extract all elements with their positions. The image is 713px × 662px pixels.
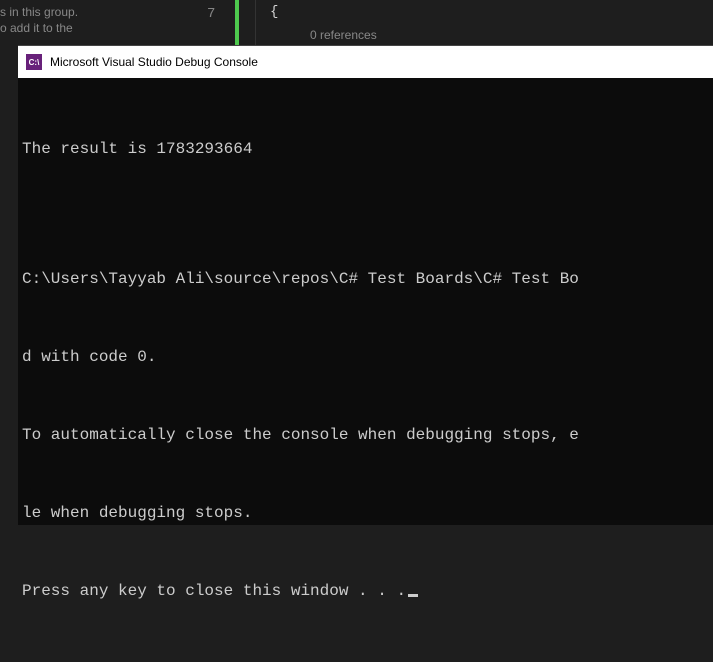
visual-studio-icon: C:\: [26, 54, 42, 70]
console-titlebar[interactable]: C:\ Microsoft Visual Studio Debug Consol…: [18, 46, 713, 78]
console-output-area[interactable]: The result is 1783293664 C:\Users\Tayyab…: [18, 78, 713, 662]
console-output-line: Press any key to close this window . . .: [22, 578, 709, 604]
console-output-line: To automatically close the console when …: [22, 422, 709, 448]
console-title: Microsoft Visual Studio Debug Console: [50, 55, 258, 69]
console-output-line: le when debugging stops.: [22, 500, 709, 526]
console-cursor: [408, 594, 418, 597]
console-output-line: C:\Users\Tayyab Ali\source\repos\C# Test…: [22, 266, 709, 292]
gutter-divider: [255, 0, 256, 45]
console-output-line: The result is 1783293664: [22, 136, 709, 162]
change-indicator-bar: [235, 0, 239, 45]
console-output-line: d with code 0.: [22, 344, 709, 370]
code-brace: {: [270, 4, 278, 20]
debug-console-window[interactable]: C:\ Microsoft Visual Studio Debug Consol…: [18, 45, 713, 525]
codelens-references[interactable]: 0 references: [310, 28, 377, 42]
line-number-7: 7: [207, 6, 215, 22]
toolbox-hint-text: s in this group. o add it to the: [0, 4, 78, 36]
